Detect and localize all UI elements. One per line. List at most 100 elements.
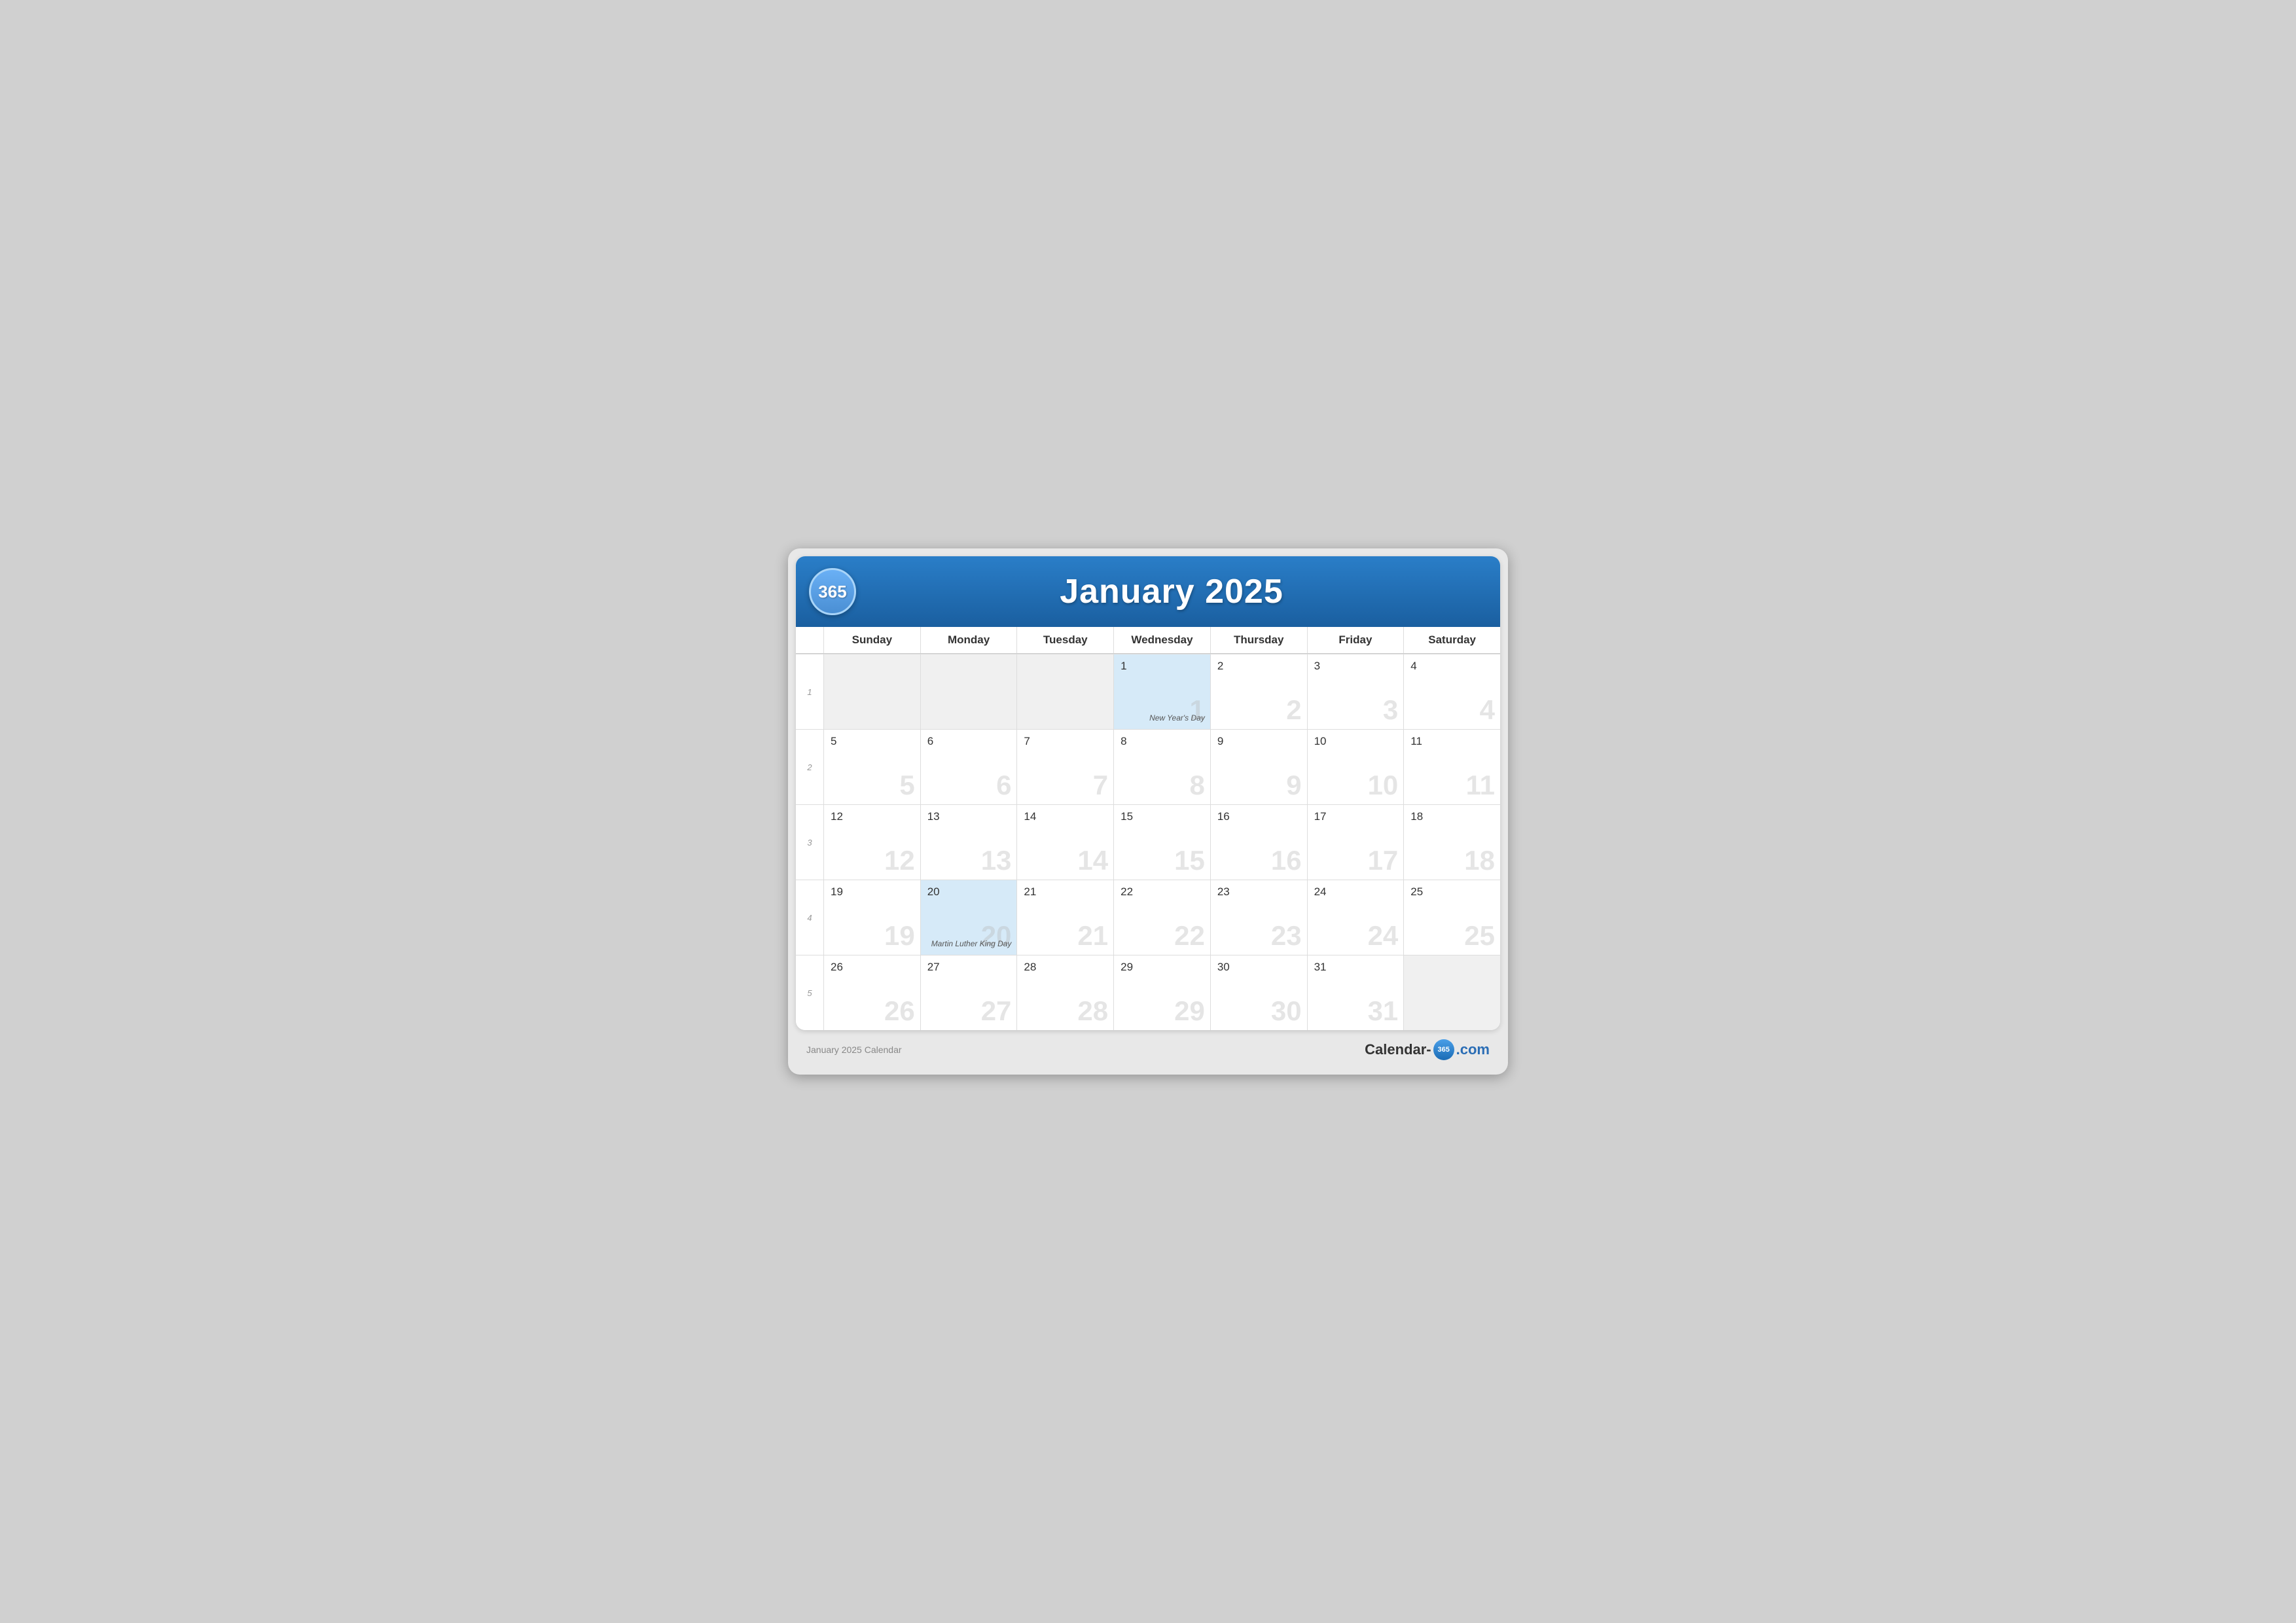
day-number: 13: [927, 810, 1011, 823]
day-watermark: 12: [884, 847, 915, 874]
calendar-cell[interactable]: 1616: [1210, 804, 1307, 880]
calendar-cell[interactable]: 1717: [1307, 804, 1404, 880]
day-number: 23: [1217, 885, 1300, 899]
day-watermark: 4: [1480, 696, 1495, 724]
footer-brand-post: .com: [1456, 1041, 1490, 1058]
day-number: 6: [927, 735, 1011, 748]
day-number: 3: [1314, 660, 1397, 673]
week-number: 2: [796, 729, 823, 804]
day-number: 15: [1121, 810, 1204, 823]
calendar-cell[interactable]: 10 10: [1307, 729, 1404, 804]
calendar-cell[interactable]: 27 27: [920, 955, 1017, 1030]
day-number: 18: [1410, 810, 1494, 823]
calendar-cell[interactable]: 2424: [1307, 880, 1404, 955]
footer-logo-badge: 365: [1433, 1039, 1454, 1060]
day-number: 2: [1217, 660, 1300, 673]
day-header-fri: Friday: [1307, 627, 1404, 653]
calendar-cell[interactable]: [1016, 654, 1113, 729]
day-number: 10: [1314, 735, 1397, 748]
calendar-cell[interactable]: 28 28: [1016, 955, 1113, 1030]
week-number: 5: [796, 955, 823, 1030]
calendar-cell[interactable]: 31 31: [1307, 955, 1404, 1030]
calendar-cell[interactable]: 2626: [823, 955, 920, 1030]
day-watermark: 19: [884, 922, 915, 950]
day-number: 20: [927, 885, 1011, 899]
day-number: 5: [831, 735, 914, 748]
day-number: 28: [1024, 961, 1107, 974]
logo-badge: 365: [809, 568, 856, 615]
day-number: 16: [1217, 810, 1300, 823]
footer: January 2025 Calendar Calendar- 365 .com: [796, 1033, 1500, 1067]
week-number: 3: [796, 804, 823, 880]
calendar-cell[interactable]: 2222: [1113, 880, 1210, 955]
page-wrapper: 365 January 2025 Sunday Monday Tuesday W…: [788, 548, 1508, 1075]
day-watermark: 25: [1464, 922, 1495, 950]
calendar-cell[interactable]: 1515: [1113, 804, 1210, 880]
calendar-cell[interactable]: 77: [1016, 729, 1113, 804]
day-watermark: 11: [1466, 772, 1495, 799]
calendar-cell[interactable]: [823, 654, 920, 729]
calendar-cell[interactable]: 29 29: [1113, 955, 1210, 1030]
calendar-cell[interactable]: 12 12: [823, 804, 920, 880]
calendar-cell[interactable]: 3030: [1210, 955, 1307, 1030]
day-watermark: 7: [1093, 772, 1108, 799]
day-number: 26: [831, 961, 914, 974]
day-number: 31: [1314, 961, 1397, 974]
calendar-cell[interactable]: 2020Martin Luther King Day: [920, 880, 1017, 955]
calendar-cell[interactable]: 33: [1307, 654, 1404, 729]
day-watermark: 8: [1189, 772, 1204, 799]
day-number: 12: [831, 810, 914, 823]
calendar-cell[interactable]: 88: [1113, 729, 1210, 804]
day-number: 17: [1314, 810, 1397, 823]
week-number: 4: [796, 880, 823, 955]
day-number: 29: [1121, 961, 1204, 974]
calendar-cell[interactable]: [1403, 955, 1500, 1030]
calendar-cell[interactable]: 25 25: [1403, 880, 1500, 955]
day-watermark: 18: [1464, 847, 1495, 874]
day-watermark: 21: [1077, 922, 1108, 950]
calendar-cell[interactable]: 11New Year's Day: [1113, 654, 1210, 729]
day-number: 8: [1121, 735, 1204, 748]
calendar-cell[interactable]: 1919: [823, 880, 920, 955]
day-watermark: 29: [1174, 997, 1205, 1025]
calendar-cell[interactable]: 13 13: [920, 804, 1017, 880]
week-num-header: [796, 627, 823, 653]
day-number: 1: [1121, 660, 1204, 673]
day-watermark: 14: [1077, 847, 1108, 874]
day-header-wed: Wednesday: [1113, 627, 1210, 653]
footer-left-text: January 2025 Calendar: [806, 1044, 902, 1055]
day-watermark: 10: [1368, 772, 1399, 799]
day-watermark: 13: [981, 847, 1012, 874]
day-watermark: 2: [1286, 696, 1301, 724]
calendar-header: 365 January 2025: [796, 556, 1500, 627]
day-watermark: 31: [1368, 997, 1399, 1025]
footer-right: Calendar- 365 .com: [1365, 1039, 1490, 1060]
calendar-cell[interactable]: 1414: [1016, 804, 1113, 880]
day-number: 25: [1410, 885, 1494, 899]
footer-brand-pre: Calendar-: [1365, 1041, 1431, 1058]
day-number: 7: [1024, 735, 1107, 748]
calendar-cell[interactable]: 22: [1210, 654, 1307, 729]
calendar-cell[interactable]: 66: [920, 729, 1017, 804]
day-number: 27: [927, 961, 1011, 974]
day-number: 9: [1217, 735, 1300, 748]
calendar-cell[interactable]: [920, 654, 1017, 729]
day-watermark: 24: [1368, 922, 1399, 950]
calendar-title: January 2025: [856, 572, 1487, 611]
day-watermark: 28: [1077, 997, 1108, 1025]
calendar-container: 365 January 2025 Sunday Monday Tuesday W…: [796, 556, 1500, 1030]
day-watermark: 27: [981, 997, 1012, 1025]
day-number: 30: [1217, 961, 1300, 974]
day-watermark: 5: [899, 772, 914, 799]
calendar-cell[interactable]: 1818: [1403, 804, 1500, 880]
calendar-cell[interactable]: 1111: [1403, 729, 1500, 804]
day-header-sat: Saturday: [1403, 627, 1500, 653]
calendar-cell[interactable]: 2121: [1016, 880, 1113, 955]
day-number: 4: [1410, 660, 1494, 673]
calendar-cell[interactable]: 55: [823, 729, 920, 804]
calendar-cell[interactable]: 2323: [1210, 880, 1307, 955]
day-watermark: 3: [1383, 696, 1398, 724]
calendar-cell[interactable]: 44: [1403, 654, 1500, 729]
calendar-cell[interactable]: 99: [1210, 729, 1307, 804]
day-number: 22: [1121, 885, 1204, 899]
